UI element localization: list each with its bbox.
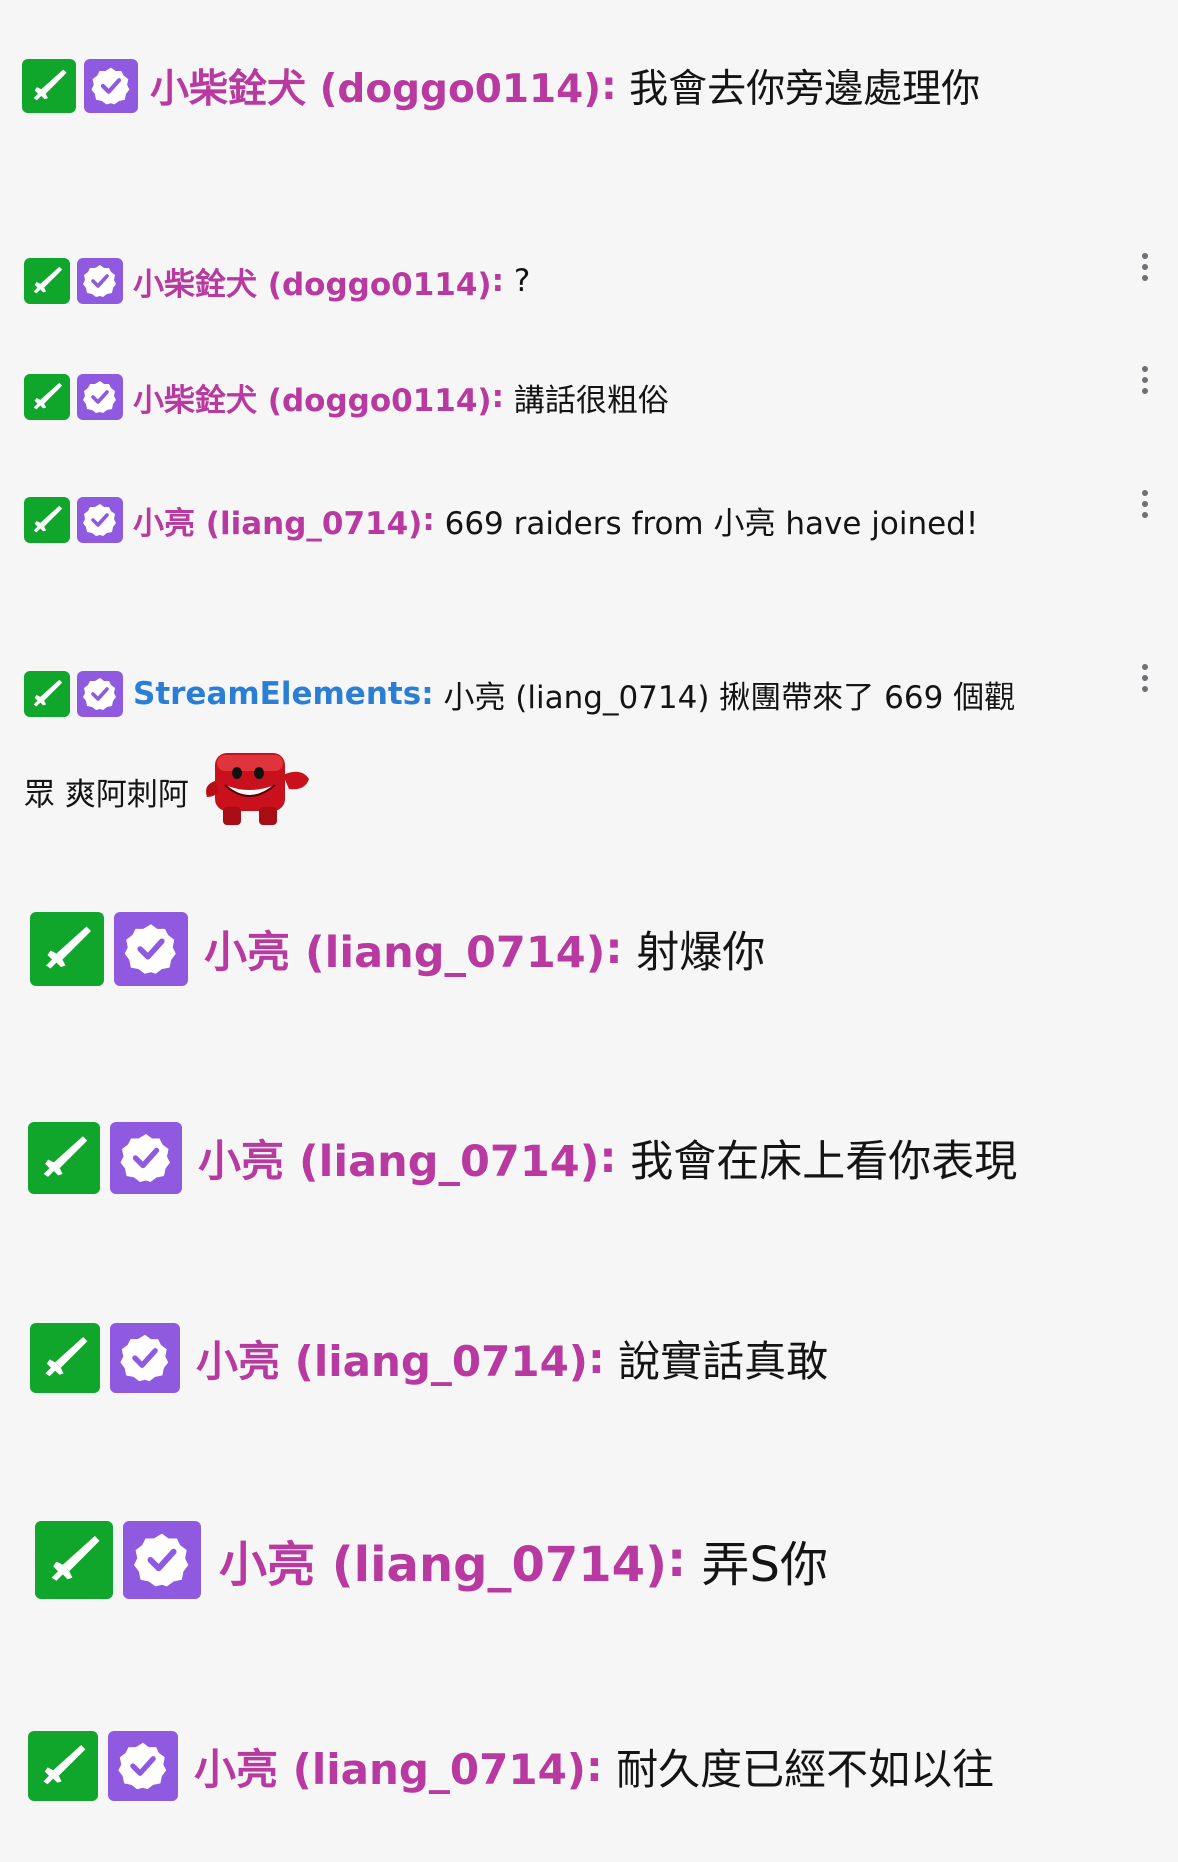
- chat-username[interactable]: StreamElements: [133, 676, 421, 712]
- moderator-badge-sword-icon[interactable]: [28, 1731, 98, 1801]
- chat-text: 耐久度已經不如以往: [616, 1744, 995, 1794]
- vip-badge-verified-check-icon[interactable]: [77, 671, 123, 717]
- chat-colon: :: [586, 1741, 603, 1791]
- vip-badge-verified-check-icon[interactable]: [110, 1323, 180, 1393]
- chat-message: 小亮 (liang_0714): 669 raiders from 小亮 hav…: [24, 497, 1178, 543]
- vip-badge-verified-check-icon[interactable]: [108, 1731, 178, 1801]
- moderator-badge-sword-icon[interactable]: [30, 1323, 100, 1393]
- chat-colon: :: [421, 676, 434, 712]
- chat-text: 小亮 (liang_0714) 揪團帶來了 669 個觀: [443, 679, 1016, 716]
- chat-colon: :: [491, 263, 504, 299]
- chat-message: 小亮 (liang_0714): 我會在床上看你表現: [28, 1122, 1178, 1194]
- chat-text: 眾 爽阿刺阿: [24, 776, 189, 813]
- vip-badge-verified-check-icon[interactable]: [110, 1122, 182, 1194]
- moderator-badge-sword-icon[interactable]: [28, 1122, 100, 1194]
- more-vertical-icon[interactable]: [1138, 490, 1152, 518]
- more-vertical-icon[interactable]: [1138, 664, 1152, 692]
- chat-colon: :: [491, 379, 504, 415]
- chat-colon: :: [605, 924, 623, 974]
- vip-badge-verified-check-icon[interactable]: [84, 59, 138, 113]
- chat-message-continuation: 眾 爽阿刺阿: [24, 745, 1178, 837]
- chat-username[interactable]: 小亮 (liang_0714): [198, 1127, 599, 1189]
- vip-badge-verified-check-icon[interactable]: [114, 912, 188, 986]
- chat-username[interactable]: 小亮 (liang_0714): [219, 1525, 667, 1595]
- chat-username[interactable]: 小亮 (liang_0714): [196, 1328, 588, 1389]
- moderator-badge-sword-icon[interactable]: [22, 59, 76, 113]
- more-vertical-icon[interactable]: [1138, 366, 1152, 394]
- chat-colon: :: [599, 1133, 617, 1183]
- chat-username[interactable]: 小柴銓犬 (doggo0114): [133, 375, 492, 420]
- chat-message: 小亮 (liang_0714): 耐久度已經不如以往: [28, 1731, 1178, 1801]
- chat-text: 669 raiders from 小亮 have joined!: [444, 505, 979, 542]
- chat-username[interactable]: 小亮 (liang_0714): [194, 1736, 586, 1797]
- more-vertical-icon[interactable]: [1138, 253, 1152, 281]
- chat-username[interactable]: 小亮 (liang_0714): [204, 918, 605, 980]
- moderator-badge-sword-icon[interactable]: [24, 497, 70, 543]
- chat-text: 弄S你: [701, 1537, 828, 1593]
- chat-colon: :: [601, 63, 617, 109]
- moderator-badge-sword-icon[interactable]: [24, 374, 70, 420]
- moderator-badge-sword-icon[interactable]: [35, 1521, 113, 1599]
- chat-text: 我會在床上看你表現: [630, 1137, 1018, 1187]
- chat-colon: :: [588, 1333, 605, 1383]
- chat-message: 小柴銓犬 (doggo0114): 我會去你旁邊處理你: [22, 58, 1178, 114]
- moderator-badge-sword-icon[interactable]: [30, 912, 104, 986]
- chat-colon: :: [422, 502, 435, 538]
- chat-message: StreamElements: 小亮 (liang_0714) 揪團帶來了 66…: [24, 671, 1178, 717]
- vip-badge-verified-check-icon[interactable]: [123, 1521, 201, 1599]
- chat-message: 小亮 (liang_0714): 射爆你: [30, 912, 1178, 986]
- chat-message: 小亮 (liang_0714): 弄S你: [35, 1521, 1178, 1599]
- vip-badge-verified-check-icon[interactable]: [77, 258, 123, 304]
- chat-username[interactable]: 小柴銓犬 (doggo0114): [133, 259, 492, 304]
- chat-text: 說實話真敢: [618, 1336, 829, 1386]
- chat-message: 小柴銓犬 (doggo0114): 講話很粗俗: [24, 374, 1178, 420]
- meat-boy-emote[interactable]: [201, 745, 313, 837]
- chat-text: 射爆你: [636, 928, 766, 978]
- chat-text: 我會去你旁邊處理你: [629, 67, 981, 112]
- vip-badge-verified-check-icon[interactable]: [77, 374, 123, 420]
- moderator-badge-sword-icon[interactable]: [24, 258, 70, 304]
- chat-message: 小亮 (liang_0714): 說實話真敢: [30, 1323, 1178, 1393]
- vip-badge-verified-check-icon[interactable]: [77, 497, 123, 543]
- chat-text: ?: [513, 263, 531, 299]
- moderator-badge-sword-icon[interactable]: [24, 671, 70, 717]
- chat-message: 小柴銓犬 (doggo0114): ?: [24, 258, 1178, 304]
- chat-colon: :: [667, 1532, 687, 1588]
- chat-text: 講話很粗俗: [513, 382, 669, 419]
- chat-username[interactable]: 小柴銓犬 (doggo0114): [150, 58, 601, 114]
- chat-username[interactable]: 小亮 (liang_0714): [133, 498, 422, 543]
